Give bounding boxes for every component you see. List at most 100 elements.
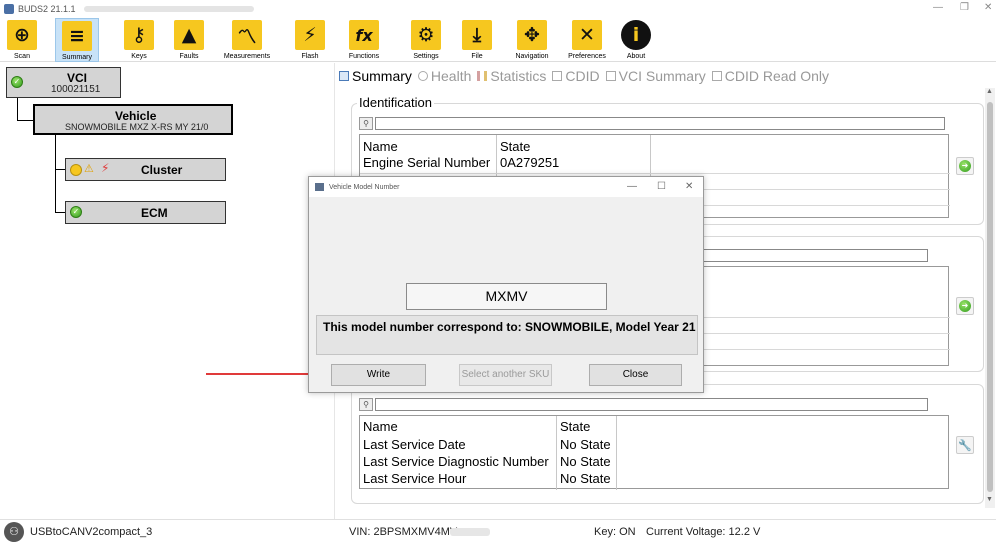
toolbar-measurements[interactable]: 〽 Measurements — [217, 18, 277, 62]
identification-action-button[interactable]: ➜ — [956, 157, 974, 175]
message-area: This model number correspond to: SNOWMOB… — [316, 315, 698, 355]
toolbar-summary[interactable]: ≡ Summary — [55, 18, 99, 62]
vehicle-model-number-dialog: Vehicle Model Number — ☐ ✕ MXMV This mod… — [308, 176, 704, 393]
key-icon: ⚷ — [124, 20, 154, 50]
toolbar-preferences[interactable]: ✕ Preferences — [564, 18, 610, 62]
vertical-scrollbar[interactable]: ▲ ▼ — [985, 88, 995, 508]
maximize-icon[interactable]: ❐ — [960, 2, 969, 13]
health-icon — [417, 71, 428, 81]
dialog-close-button[interactable]: Close — [589, 364, 682, 386]
tree-node-vci[interactable]: ✓ VCI 100021151 — [6, 67, 121, 98]
tree-connector — [17, 98, 18, 120]
cdid-icon — [552, 71, 563, 81]
tree-connector — [55, 169, 65, 170]
row-state: No State — [560, 471, 611, 486]
tab-cdid-read-only[interactable]: CDID Read Only — [711, 68, 830, 84]
tab-cdid[interactable]: CDID — [552, 68, 600, 84]
tab-health[interactable]: Health — [417, 68, 471, 84]
dialog-close-icon[interactable]: ✕ — [685, 181, 693, 192]
chart-icon: 〽 — [232, 20, 262, 50]
tree-node-vehicle[interactable]: Vehicle SNOWMOBILE MXZ X-RS MY 21/0 — [33, 104, 233, 135]
identification-filter: ⚲ — [359, 116, 945, 130]
identification-filter-input[interactable] — [375, 116, 945, 130]
flash-red-icon: ⚡ — [101, 161, 110, 175]
search-icon[interactable]: ⚲ — [359, 116, 373, 130]
tab-strip: Summary Health Statistics CDID VCI Summa… — [339, 66, 835, 86]
toolbar-settings[interactable]: ⚙ Settings — [406, 18, 446, 62]
key-status: Key: ON — [594, 526, 636, 538]
toolbar-label: About — [626, 53, 646, 60]
toolbar-label: Settings — [413, 53, 439, 60]
scroll-up-icon[interactable]: ▲ — [986, 88, 993, 95]
tree-connector — [55, 212, 65, 213]
tree-connector — [55, 135, 56, 213]
toolbar-about[interactable]: i About — [619, 18, 653, 62]
scroll-down-icon[interactable]: ▼ — [986, 496, 993, 503]
service-table: Name State Last Service Date No State La… — [359, 415, 949, 490]
toolbar-file[interactable]: ⤓ File — [460, 18, 494, 62]
close-icon[interactable]: ✕ — [984, 2, 992, 13]
model-message: This model number correspond to: SNOWMOB… — [323, 320, 696, 334]
navigation-icon: ✥ — [517, 20, 547, 50]
tab-statistics[interactable]: Statistics — [477, 68, 546, 84]
toolbar-scan[interactable]: ⊕ Scan — [5, 18, 39, 62]
summary-icon: ≡ — [62, 21, 92, 51]
search-icon[interactable]: ⚲ — [359, 397, 373, 411]
dialog-minimize-icon[interactable]: — — [627, 181, 637, 192]
scrollbar-thumb[interactable] — [987, 102, 993, 492]
tab-label: CDID Read Only — [724, 68, 830, 84]
warning-triangle-icon: ⚠ — [84, 162, 94, 175]
toolbar-label: Summary — [62, 54, 92, 61]
tab-label: CDID — [565, 68, 600, 84]
row-state: 0A279251 — [500, 155, 560, 170]
select-another-sku-button[interactable]: Select another SKU — [459, 364, 552, 386]
lightning-icon: ⚡ — [295, 20, 325, 50]
summary-tab-icon — [339, 71, 349, 81]
toolbar-navigation[interactable]: ✥ Navigation — [509, 18, 555, 62]
column-header-name: Name — [363, 419, 398, 434]
tree-connector — [17, 120, 33, 121]
toolbar-flash[interactable]: ⚡ Flash — [295, 18, 325, 62]
column-header-name: Name — [363, 139, 398, 154]
vin-redacted — [450, 528, 490, 536]
ecm-title: ECM — [141, 206, 168, 220]
warning-icon: ▲ — [174, 20, 204, 50]
tab-vci-summary[interactable]: VCI Summary — [605, 68, 706, 84]
column-header-state: State — [500, 139, 531, 154]
statistics-icon — [477, 71, 488, 81]
toolbar-label: Measurements — [223, 53, 271, 60]
row-name: Last Service Date — [363, 437, 466, 452]
main-toolbar: ⊕ Scan ≡ Summary ⚷ Keys ▲ Faults 〽 Measu… — [0, 18, 996, 62]
write-button[interactable]: Write — [331, 364, 426, 386]
window-title: BUDS2 21.1.1 — [18, 4, 76, 14]
ok-status-icon: ✓ — [11, 76, 23, 88]
arrow-right-icon: ➜ — [959, 300, 971, 312]
service-filter-input[interactable] — [375, 397, 928, 411]
minimize-icon[interactable]: — — [933, 2, 943, 13]
gear-icon: ⚙ — [411, 20, 441, 50]
tree-node-ecm[interactable]: ✓ ECM — [65, 201, 226, 224]
tab-summary[interactable]: Summary — [339, 68, 412, 84]
second-filter-input[interactable] — [702, 248, 928, 262]
second-action-button[interactable]: ➜ — [956, 297, 974, 315]
voltage-status: Current Voltage: 12.2 V — [646, 526, 761, 538]
row-state: No State — [560, 437, 611, 452]
toolbar-keys[interactable]: ⚷ Keys — [122, 18, 156, 62]
warning-status-icon — [70, 164, 82, 176]
dialog-app-icon — [315, 183, 324, 191]
download-icon: ⤓ — [462, 20, 492, 50]
tab-label: VCI Summary — [618, 68, 706, 84]
cdid-read-only-icon — [711, 71, 722, 81]
toolbar-faults[interactable]: ▲ Faults — [172, 18, 206, 62]
title-bar: BUDS2 21.1.1 — ❐ ✕ — [0, 0, 996, 18]
tree-node-cluster[interactable]: ⚠ ⚡ Cluster — [65, 158, 226, 181]
vehicle-model: SNOWMOBILE MXZ X-RS MY 21/0 — [65, 122, 209, 132]
app-icon — [4, 4, 14, 14]
dialog-title-bar: Vehicle Model Number — [309, 177, 703, 197]
toolbar-functions[interactable]: fx Functions — [343, 18, 385, 62]
cluster-title: Cluster — [141, 163, 183, 177]
vehicle-title: Vehicle — [115, 109, 157, 123]
service-action-button[interactable]: 🔧 — [956, 436, 974, 454]
interface-name: USBtoCANV2compact_3 — [30, 526, 153, 538]
dialog-maximize-icon[interactable]: ☐ — [657, 181, 666, 192]
